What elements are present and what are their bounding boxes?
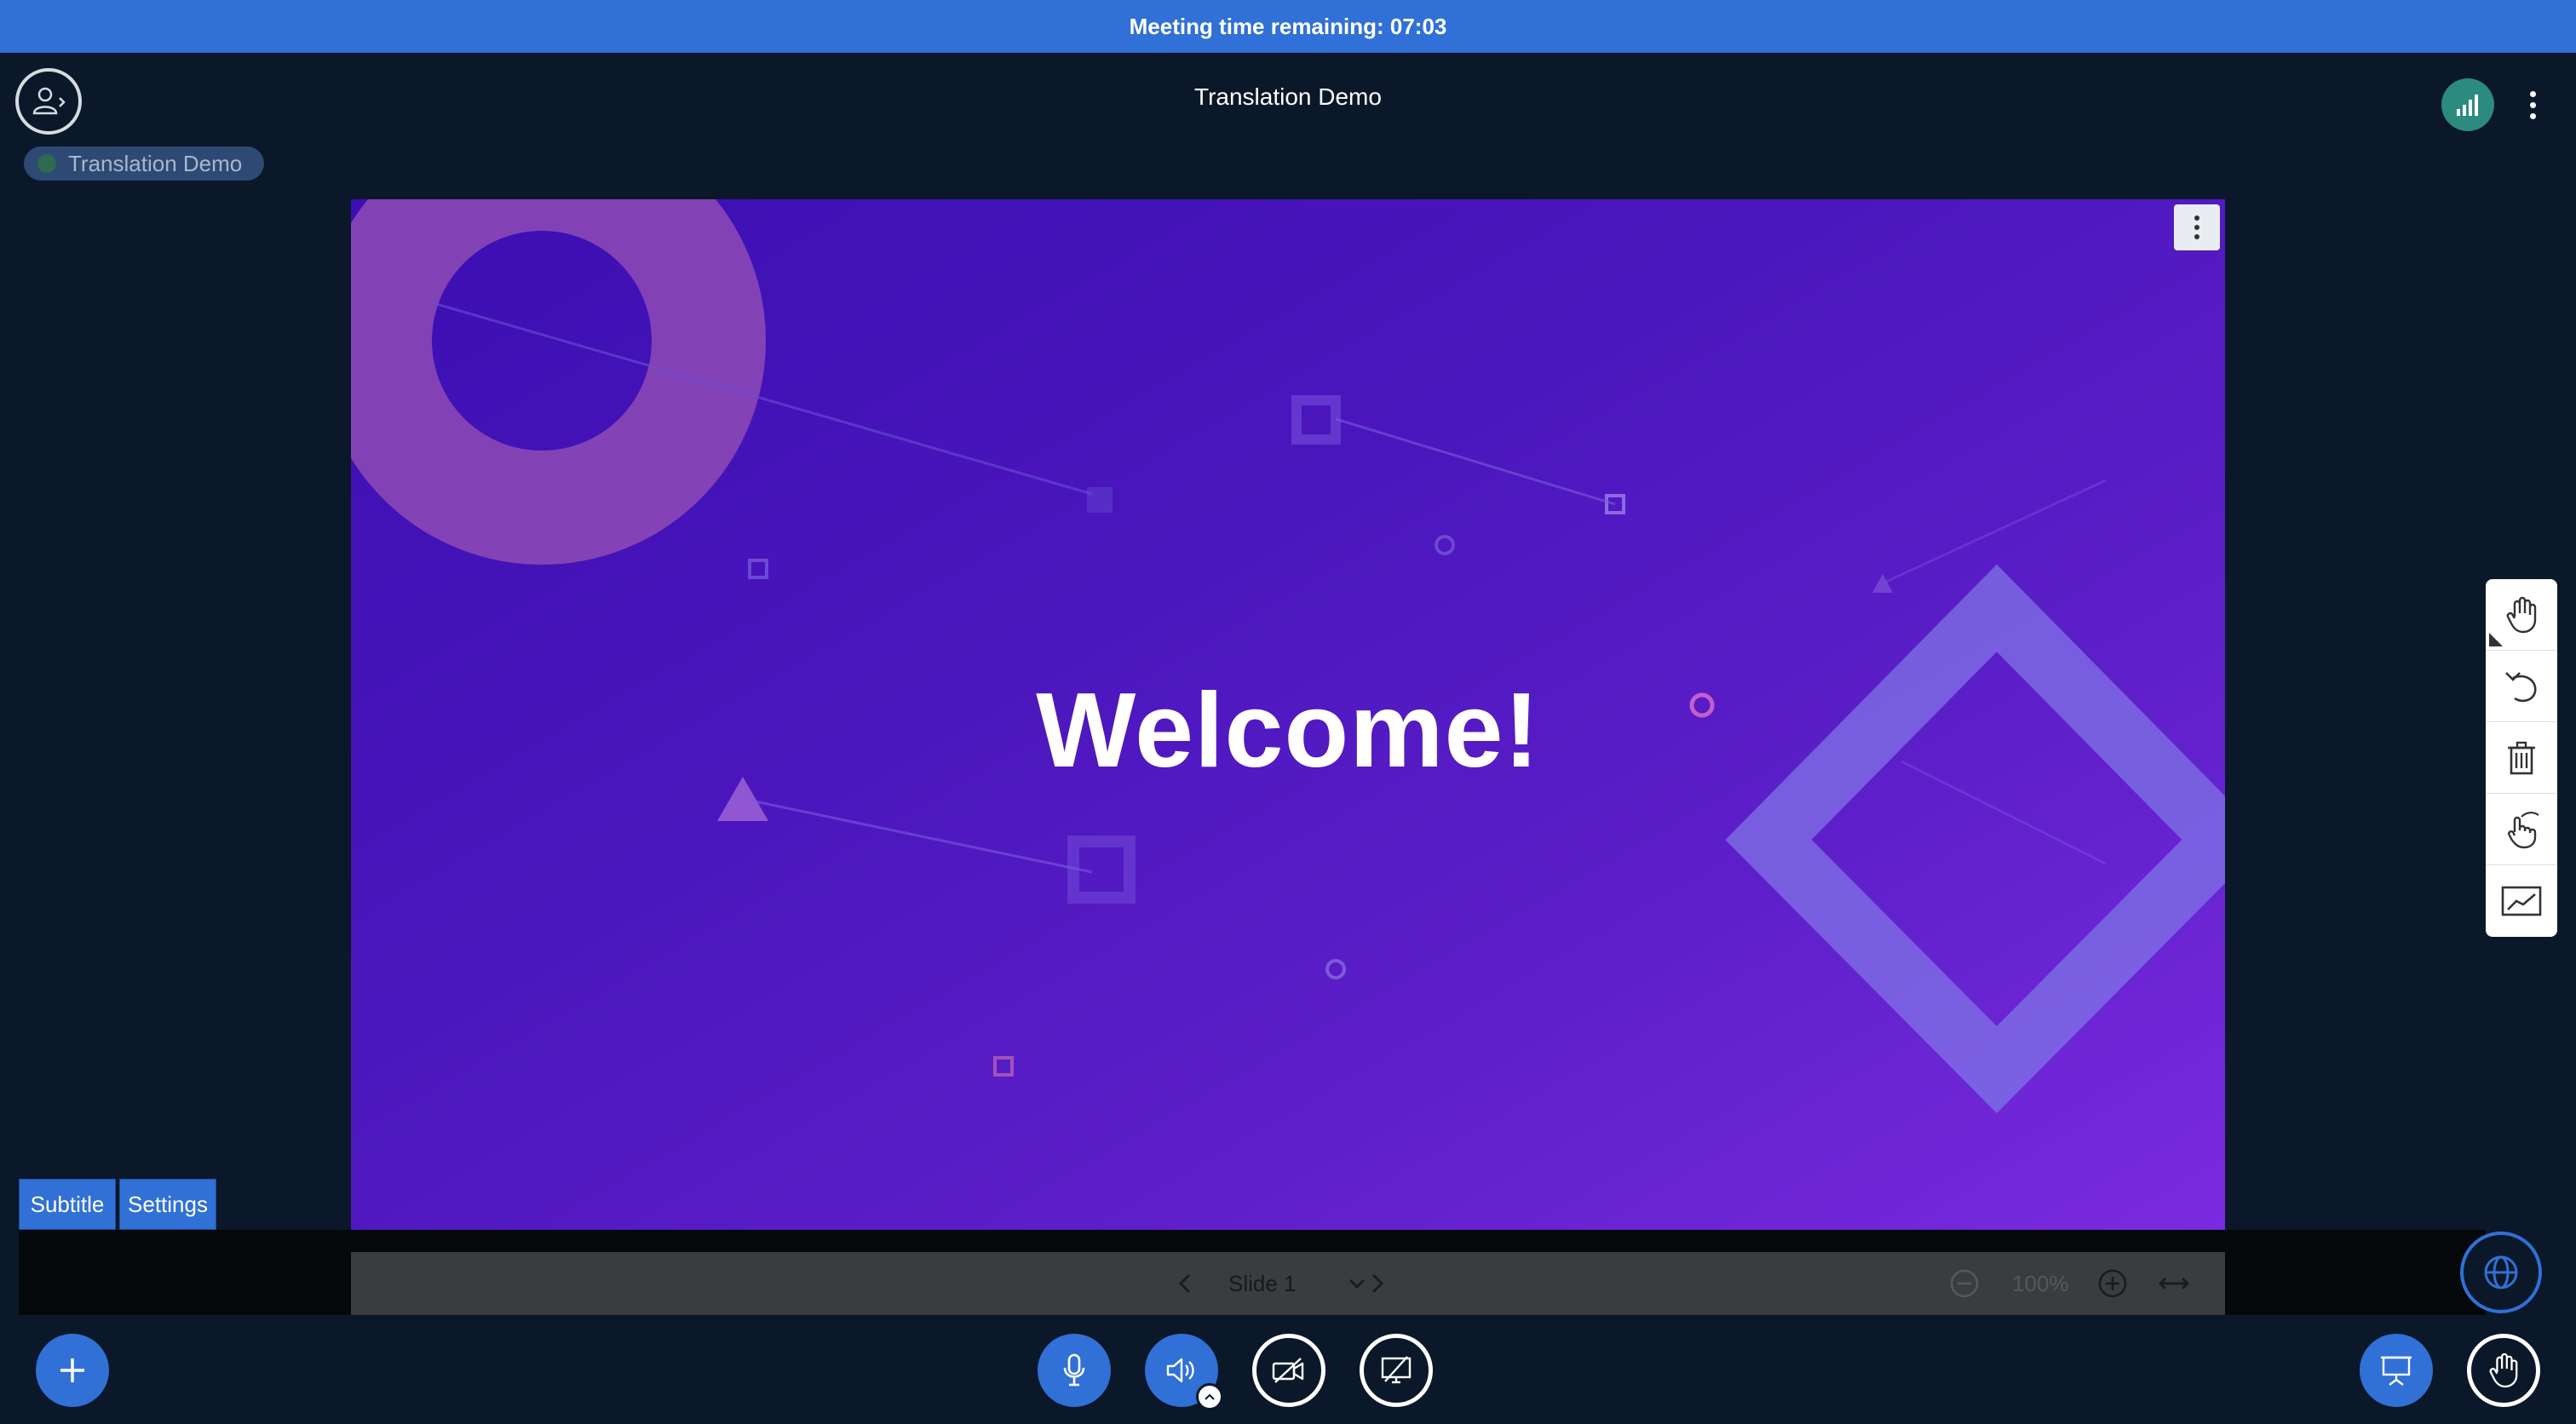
globe-icon — [2484, 1255, 2518, 1289]
chevron-left-icon — [1178, 1273, 1191, 1294]
actions-button[interactable] — [36, 1334, 109, 1407]
kebab-icon — [2529, 90, 2536, 97]
whiteboard-toolbar — [2486, 579, 2557, 937]
mute-microphone-button[interactable] — [1038, 1334, 1111, 1407]
trash-icon — [2508, 741, 2535, 774]
chevron-down-icon — [1348, 1278, 1365, 1289]
hand-icon — [2489, 1352, 2518, 1388]
slide-options-button[interactable] — [2174, 204, 2220, 250]
microphone-icon — [1063, 1353, 1085, 1387]
fit-width-icon — [2158, 1277, 2190, 1290]
screenshare-off-icon — [1381, 1356, 1412, 1384]
presentation-slide: Welcome! — [351, 199, 2225, 1230]
clear-annotations-button[interactable] — [2486, 722, 2557, 794]
presentation-toggle-button[interactable] — [2360, 1334, 2433, 1407]
raise-hand-button[interactable] — [2467, 1334, 2540, 1407]
subtitle-button[interactable]: Subtitle — [19, 1179, 116, 1230]
slide-select-value: Slide 1 — [1228, 1270, 1297, 1296]
corner-triangle-icon — [2489, 633, 2503, 646]
zoom-out-button[interactable] — [1949, 1252, 1980, 1315]
connection-status-button[interactable] — [2441, 78, 2494, 131]
breakout-room-label: Translation Demo — [68, 150, 243, 176]
slide-select[interactable]: Slide 1 — [1228, 1252, 1366, 1315]
plus-icon — [60, 1358, 84, 1382]
share-webcam-button[interactable] — [1252, 1334, 1325, 1407]
meeting-time-text: Meeting time remaining: 07:03 — [1129, 13, 1447, 39]
slide-title: Welcome! — [1036, 672, 1540, 790]
previous-slide-button[interactable] — [1177, 1252, 1194, 1315]
meeting-time-banner: Meeting time remaining: 07:03 — [0, 0, 2576, 53]
share-screen-button[interactable] — [1360, 1334, 1433, 1407]
status-dot-icon — [37, 154, 56, 173]
options-menu-button[interactable] — [2520, 83, 2545, 126]
user-list-icon — [32, 87, 66, 115]
hand-pointer-icon — [2507, 811, 2539, 848]
pan-tool-button[interactable] — [2486, 579, 2557, 651]
line-chart-icon — [2501, 886, 2542, 916]
fit-to-width-button[interactable] — [2157, 1252, 2191, 1315]
zoom-in-icon — [2098, 1269, 2127, 1298]
chevron-right-icon — [1371, 1273, 1384, 1294]
zoom-level[interactable]: 100% — [2012, 1252, 2069, 1315]
undo-button[interactable] — [2486, 651, 2557, 722]
presentation-toolbar: Slide 1 100% — [351, 1252, 2225, 1315]
signal-bars-icon — [2457, 95, 2478, 116]
meeting-title: Translation Demo — [1194, 83, 1382, 110]
user-list-toggle-button[interactable] — [15, 68, 82, 135]
audio-options-button[interactable] — [1196, 1383, 1223, 1410]
hand-icon — [2506, 596, 2537, 633]
zoom-in-button[interactable] — [2097, 1252, 2128, 1315]
zoom-out-icon — [1950, 1269, 1979, 1298]
undo-icon — [2505, 671, 2537, 702]
kebab-icon — [2194, 215, 2199, 221]
breakout-room-badge[interactable]: Translation Demo — [24, 146, 265, 181]
annotation-tool-button[interactable] — [2486, 865, 2557, 937]
settings-label: Settings — [128, 1191, 208, 1217]
settings-button[interactable]: Settings — [119, 1179, 216, 1230]
language-selector-button[interactable] — [2460, 1232, 2542, 1313]
camera-off-icon — [1272, 1358, 1304, 1383]
chevron-up-icon — [1205, 1393, 1215, 1400]
speaker-icon — [1166, 1358, 1194, 1383]
next-slide-button[interactable] — [1368, 1252, 1385, 1315]
multi-user-drawing-button[interactable] — [2486, 794, 2557, 865]
subtitle-label: Subtitle — [30, 1191, 105, 1217]
presentation-icon — [2381, 1356, 2412, 1386]
